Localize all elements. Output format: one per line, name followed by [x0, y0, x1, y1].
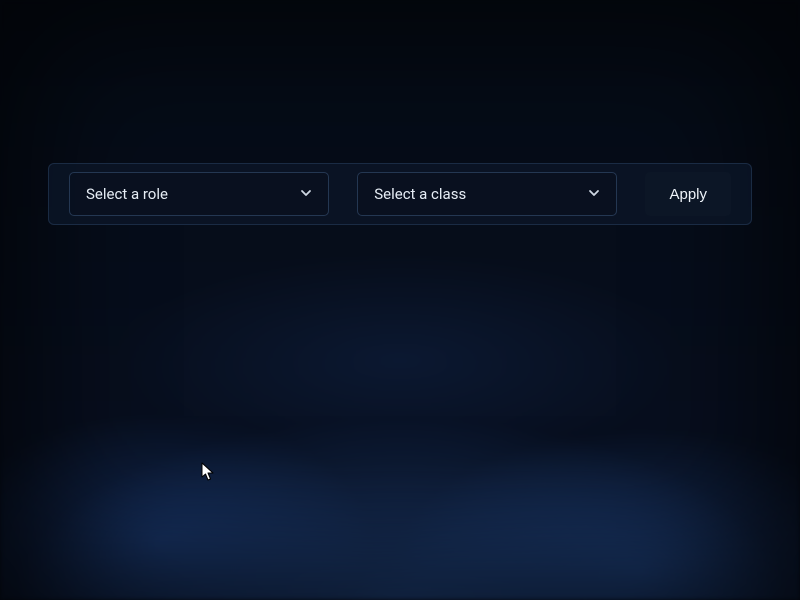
background-fog: [0, 0, 800, 600]
role-select[interactable]: Select a role: [69, 172, 329, 216]
chevron-down-icon: [588, 185, 600, 203]
class-select-label: Select a class: [374, 185, 466, 203]
chevron-down-icon: [300, 185, 312, 203]
filter-panel: Select a role Select a class Apply: [48, 163, 752, 225]
role-select-label: Select a role: [86, 185, 168, 203]
apply-button[interactable]: Apply: [645, 172, 731, 216]
class-select[interactable]: Select a class: [357, 172, 617, 216]
